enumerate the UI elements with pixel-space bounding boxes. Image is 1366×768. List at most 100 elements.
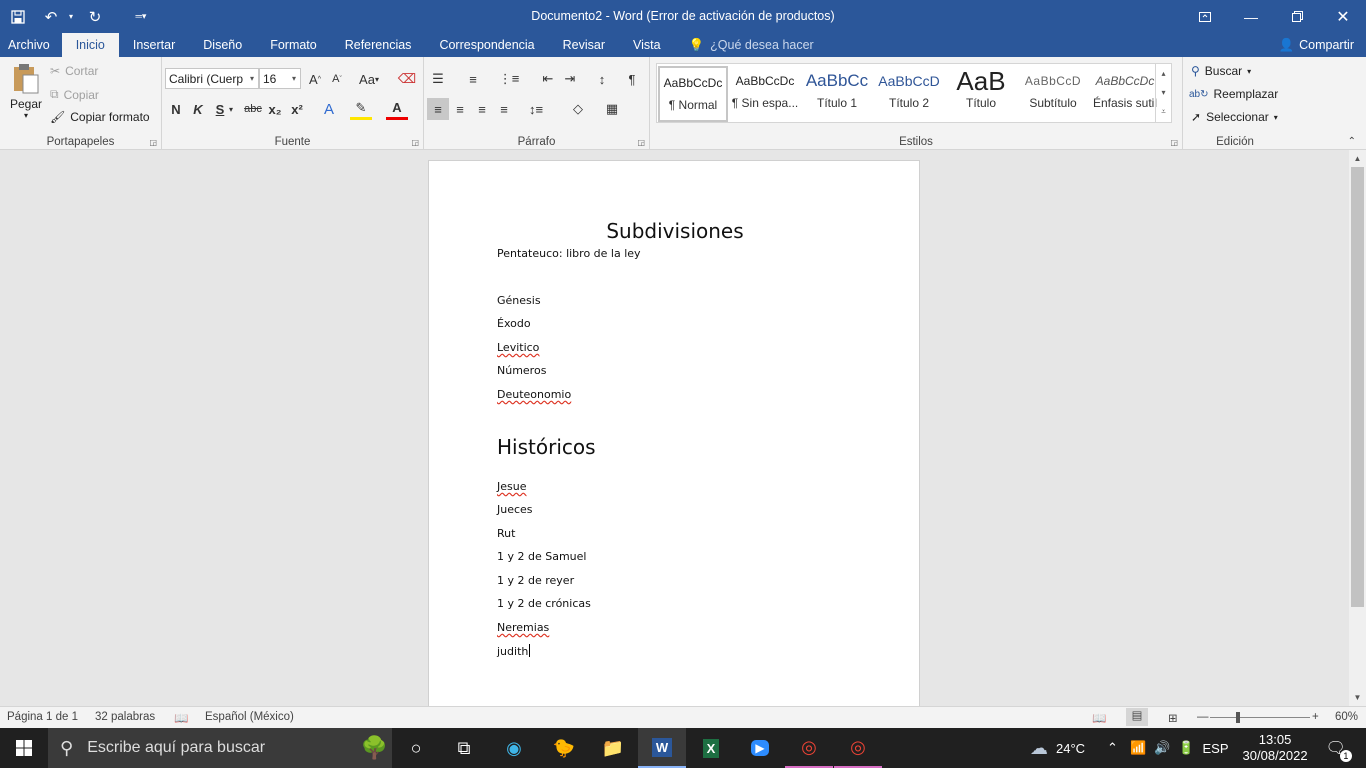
numbering-icon[interactable]: ≡ bbox=[462, 68, 484, 90]
cortana-icon[interactable]: ○ bbox=[392, 728, 440, 768]
clock[interactable]: 13:05 30/08/2022 bbox=[1243, 732, 1308, 764]
zoom-out-icon[interactable]: — bbox=[1197, 711, 1209, 723]
chevron-up-icon[interactable]: ▴ bbox=[1161, 69, 1165, 78]
style-heading-1[interactable]: AaBbCc Título 1 bbox=[802, 66, 872, 122]
share-button[interactable]: 👤 Compartir bbox=[1279, 33, 1354, 57]
collapse-ribbon-icon[interactable]: ⌃ bbox=[1348, 136, 1356, 147]
align-center-icon[interactable]: ≡ bbox=[449, 98, 471, 120]
clipboard-launcher-icon[interactable]: ◲ bbox=[149, 138, 157, 147]
excel-taskbar-icon[interactable]: X bbox=[687, 728, 735, 768]
taskbar-search-box[interactable]: ⚲ Escribe aquí para buscar 🌳 bbox=[48, 728, 392, 768]
cut-button[interactable]: ✂ Cortar bbox=[50, 64, 98, 78]
chevron-up-icon[interactable]: ⌃ bbox=[1107, 740, 1118, 756]
sort-icon[interactable]: ↕ bbox=[591, 68, 613, 90]
italic-button[interactable]: K bbox=[187, 98, 209, 120]
highlight-icon[interactable]: ✎ bbox=[350, 98, 372, 120]
print-layout-icon[interactable]: ▤ bbox=[1126, 708, 1148, 726]
chrome-profile-icon[interactable]: ◎ bbox=[834, 728, 882, 768]
multilevel-list-icon[interactable]: ⋮≡ bbox=[498, 68, 520, 90]
proofing-icon[interactable]: 📖 bbox=[174, 711, 188, 725]
chevron-down-icon[interactable]: ▾ bbox=[1161, 88, 1165, 97]
minimize-icon[interactable]: — bbox=[1228, 0, 1274, 33]
tab-revisar[interactable]: Revisar bbox=[549, 33, 619, 57]
tab-archivo[interactable]: Archivo bbox=[0, 33, 58, 57]
underline-dropdown-icon[interactable]: ▾ bbox=[226, 98, 236, 120]
paste-button[interactable]: Pegar ▾ bbox=[8, 63, 44, 120]
grow-font-icon[interactable]: A ^ bbox=[304, 68, 326, 90]
bullets-icon[interactable]: ☰ bbox=[427, 68, 449, 90]
ribbon-display-options-icon[interactable] bbox=[1182, 0, 1228, 33]
more-styles-icon[interactable]: ⩡ bbox=[1161, 107, 1166, 117]
scroll-down-icon[interactable]: ▼ bbox=[1349, 689, 1366, 706]
font-name-select[interactable]: Calibri (Cuerp ▾ bbox=[165, 68, 259, 89]
replace-button[interactable]: ab↻ Reemplazar bbox=[1189, 87, 1278, 101]
style-title[interactable]: AaB Título bbox=[946, 66, 1016, 122]
style-no-spacing[interactable]: AaBbCcDc ¶ Sin espa... bbox=[730, 66, 800, 122]
clear-formatting-icon[interactable]: ⌫ bbox=[396, 68, 418, 90]
scroll-thumb[interactable] bbox=[1351, 167, 1364, 607]
windows-start-icon[interactable] bbox=[0, 728, 48, 768]
paragraph-launcher-icon[interactable]: ◲ bbox=[637, 138, 645, 147]
zoom-slider-thumb[interactable] bbox=[1236, 712, 1240, 723]
show-formatting-icon[interactable]: ¶ bbox=[621, 68, 643, 90]
increase-indent-icon[interactable]: ⇥ bbox=[559, 68, 581, 90]
tab-correspondencia[interactable]: Correspondencia bbox=[425, 33, 548, 57]
font-launcher-icon[interactable]: ◲ bbox=[411, 138, 419, 147]
styles-launcher-icon[interactable]: ◲ bbox=[1170, 138, 1178, 147]
battery-icon[interactable]: 🔋 bbox=[1178, 740, 1194, 756]
font-size-select[interactable]: 16 ▾ bbox=[259, 68, 301, 89]
input-language[interactable]: ESP bbox=[1203, 741, 1229, 756]
customize-qat-icon[interactable]: ═▾ bbox=[114, 0, 168, 33]
task-view-icon[interactable]: ⧉ bbox=[440, 728, 488, 768]
volume-icon[interactable]: 🔊 bbox=[1154, 740, 1170, 756]
tab-diseno[interactable]: Diseño bbox=[189, 33, 256, 57]
file-explorer-icon[interactable]: 📁 bbox=[589, 728, 637, 768]
style-subtle-emphasis[interactable]: AaBbCcDc Énfasis sutil bbox=[1090, 66, 1160, 122]
zoom-slider[interactable] bbox=[1210, 717, 1310, 718]
edge-icon[interactable]: ◉ bbox=[490, 728, 538, 768]
styles-scroll[interactable]: ▴ ▾ ⩡ bbox=[1155, 64, 1171, 122]
shrink-font-icon[interactable]: Aˇ bbox=[326, 68, 348, 90]
align-left-icon[interactable]: ≡ bbox=[427, 98, 449, 120]
superscript-button[interactable]: x² bbox=[286, 98, 308, 120]
save-icon[interactable] bbox=[0, 0, 36, 33]
document-page[interactable]: Subdivisiones Pentateuco: libro de la le… bbox=[428, 160, 920, 706]
restore-icon[interactable] bbox=[1274, 0, 1320, 33]
page-count[interactable]: Página 1 de 1 bbox=[7, 711, 78, 723]
font-color-icon[interactable]: A bbox=[386, 98, 408, 120]
scroll-up-icon[interactable]: ▲ bbox=[1349, 150, 1366, 167]
justify-icon[interactable]: ≡ bbox=[493, 98, 515, 120]
tab-insertar[interactable]: Insertar bbox=[119, 33, 189, 57]
weather-temp[interactable]: 24°C bbox=[1056, 741, 1085, 756]
app-character-icon[interactable]: 🐤 bbox=[540, 728, 588, 768]
tab-referencias[interactable]: Referencias bbox=[331, 33, 426, 57]
bold-button[interactable]: N bbox=[165, 98, 187, 120]
style-subtitle[interactable]: AaBbCcD Subtítulo bbox=[1018, 66, 1088, 122]
read-mode-icon[interactable]: 📖 bbox=[1092, 711, 1106, 725]
close-icon[interactable]: ✕ bbox=[1320, 0, 1366, 33]
redo-icon[interactable]: ↻ bbox=[76, 0, 114, 33]
network-icon[interactable]: 📶 bbox=[1130, 740, 1146, 756]
zoom-in-icon[interactable]: + bbox=[1312, 711, 1319, 723]
tab-formato[interactable]: Formato bbox=[256, 33, 331, 57]
find-button[interactable]: ⚲ Buscar ▾ bbox=[1191, 64, 1251, 78]
strikethrough-button[interactable]: abc bbox=[242, 98, 264, 120]
select-button[interactable]: ➚ Seleccionar ▾ bbox=[1191, 110, 1278, 124]
borders-icon[interactable]: ▦ bbox=[601, 98, 623, 120]
tab-vista[interactable]: Vista bbox=[619, 33, 675, 57]
notifications-icon[interactable]: 🗨 1 bbox=[1326, 738, 1352, 762]
word-taskbar-icon[interactable]: W bbox=[638, 728, 686, 768]
subscript-button[interactable]: x₂ bbox=[264, 98, 286, 120]
format-painter-button[interactable]: 🖌 Copiar formato bbox=[50, 110, 150, 124]
undo-dropdown-icon[interactable]: ▾ bbox=[66, 0, 76, 33]
change-case-button[interactable]: Aa ▾ bbox=[354, 68, 384, 90]
web-layout-icon[interactable]: ⊞ bbox=[1168, 711, 1178, 725]
tab-inicio[interactable]: Inicio bbox=[61, 33, 119, 57]
copy-button[interactable]: ⧉ Copiar bbox=[50, 87, 99, 102]
search-highlight-icon[interactable]: 🌳 bbox=[361, 735, 388, 761]
line-spacing-icon[interactable]: ↕≡ bbox=[525, 98, 547, 120]
tell-me-box[interactable]: 💡 ¿Qué desea hacer bbox=[675, 33, 828, 57]
undo-icon[interactable]: ↶ bbox=[36, 0, 66, 33]
decrease-indent-icon[interactable]: ⇤ bbox=[537, 68, 559, 90]
text-effects-icon[interactable]: A bbox=[318, 98, 340, 120]
